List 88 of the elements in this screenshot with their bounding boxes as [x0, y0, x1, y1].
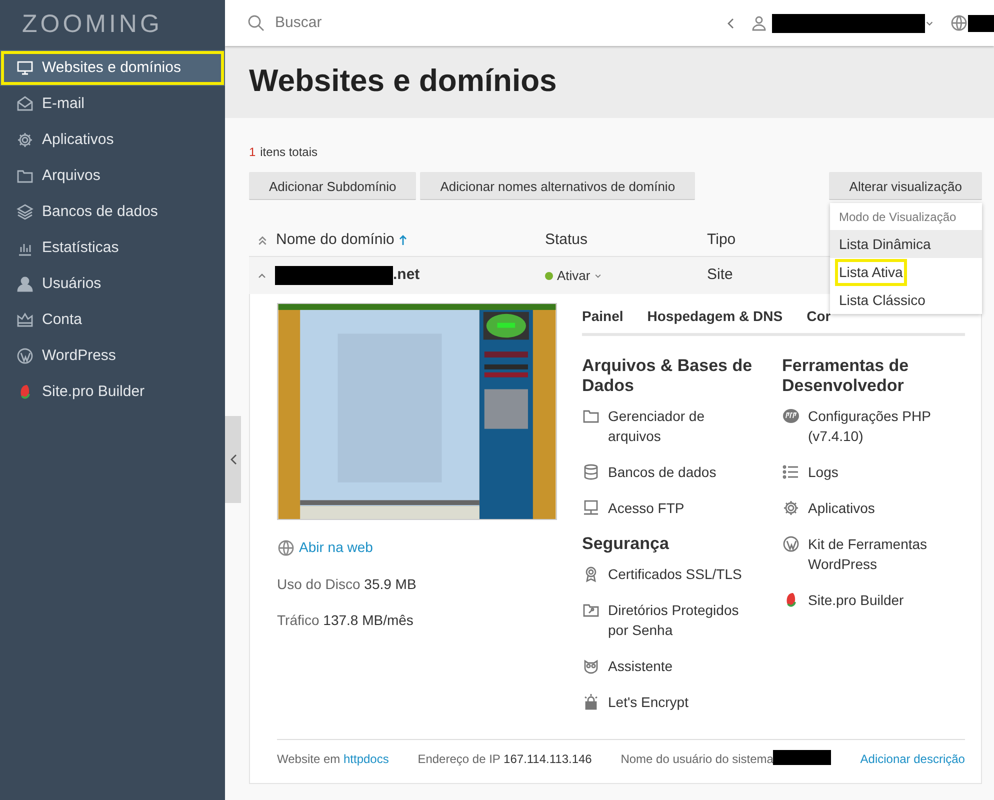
redaction-bar	[968, 14, 994, 32]
menu-item-label: Lista Dinâmica	[838, 234, 932, 254]
redaction-bar	[773, 750, 832, 765]
stat-label: Uso do Disco	[277, 576, 360, 592]
status-dropdown[interactable]: Ativar	[557, 266, 590, 286]
gear-icon	[782, 499, 800, 517]
toolbar-button[interactable]: Adicionar Subdomínio	[249, 172, 416, 200]
sidebar-item[interactable]: Websites e domínios	[0, 50, 225, 86]
tool-link[interactable]: Acesso FTP	[608, 498, 758, 518]
tool-link[interactable]: Gerenciador de arquivos	[608, 406, 758, 446]
docroot-link[interactable]: httpdocs	[343, 752, 389, 766]
globe-icon	[277, 538, 295, 556]
menu-item-label: Lista Ativa	[835, 258, 907, 286]
table-cell-text: Site	[707, 265, 733, 286]
column-header[interactable]: Nome do domínio	[276, 228, 408, 252]
page-title: Websites e domínios	[249, 62, 558, 100]
tool-link[interactable]: Kit de Ferramentas WordPress	[808, 534, 958, 574]
menu-header: Modo de Visualização	[838, 209, 958, 226]
sidebar-item[interactable]: Conta	[0, 302, 225, 338]
person-icon	[16, 275, 34, 293]
column-header[interactable]: Tipo	[707, 228, 736, 252]
wordpress-icon	[16, 347, 34, 365]
menu-item-label: Lista Clássico	[838, 290, 926, 310]
menu-item[interactable]: Lista Dinâmica	[830, 230, 982, 258]
collapse-all-icon[interactable]	[257, 234, 268, 246]
tool-link[interactable]: Configurações PHP (v7.4.10)	[808, 406, 958, 446]
tool-link[interactable]: Assistente	[608, 656, 758, 676]
toolbar-button[interactable]: Adicionar nomes alternativos de domínio	[420, 172, 696, 200]
section-heading: Segurança	[582, 534, 670, 554]
search-field[interactable]: Buscar	[273, 10, 473, 36]
search-icon	[247, 14, 265, 32]
open-in-web-link[interactable]: Abir na web	[299, 537, 373, 558]
sidebar-item[interactable]: Bancos de dados	[0, 194, 225, 230]
menu-item[interactable]: Lista Clássico	[830, 286, 982, 314]
item-count: 1	[249, 145, 256, 159]
sidebar-item[interactable]: Arquivos	[0, 158, 225, 194]
layers-icon	[16, 203, 34, 221]
sidebar-item[interactable]: E-mail	[0, 86, 225, 122]
tool-link[interactable]: Bancos de dados	[608, 462, 758, 482]
tool-link[interactable]: Logs	[808, 462, 958, 482]
globe-icon	[950, 14, 968, 32]
collapse-sidebar-handle[interactable]	[225, 416, 241, 503]
padlock-icon	[582, 693, 600, 711]
footer-label: Nome do usuário do sistema	[620, 751, 774, 768]
tool-link[interactable]: Certificados SSL/TLS	[608, 564, 758, 584]
tool-link[interactable]: Diretórios Protegidos por Senha	[608, 600, 758, 640]
section-heading: Ferramentas de Desenvolvedor	[782, 356, 910, 396]
mail-icon	[16, 95, 34, 113]
crown-icon	[16, 311, 34, 329]
database-icon	[582, 463, 600, 481]
gear-icon	[16, 131, 34, 149]
stat-label: Tráfico	[277, 612, 320, 628]
ip-address: 167.114.113.146	[504, 752, 592, 766]
owl-icon	[582, 657, 600, 675]
tool-link[interactable]: Let's Encrypt	[608, 692, 758, 712]
column-header[interactable]: Status	[545, 228, 588, 252]
tab[interactable]: Cor	[806, 303, 831, 333]
sidebar-item[interactable]: Estatísticas	[0, 230, 225, 266]
sidebar-item[interactable]: Aplicativos	[0, 122, 225, 158]
ftp-icon	[582, 499, 600, 517]
sidebar-item[interactable]: Usuários	[0, 266, 225, 302]
user-icon	[750, 14, 768, 32]
sort-arrow-icon	[398, 234, 408, 246]
section-heading: Arquivos & Bases de Dados	[582, 356, 754, 396]
logo: ZOOMING	[22, 9, 162, 40]
change-view-button[interactable]: Alterar visualização	[829, 172, 982, 200]
item-count-label: itens totais	[260, 145, 318, 159]
monitor-icon	[16, 59, 34, 77]
menu-item[interactable]: Lista Ativa	[830, 258, 982, 286]
footer-label: Website em	[277, 752, 340, 766]
tool-link[interactable]: Site.pro Builder	[808, 590, 958, 610]
stat-value: 35.9 MB	[364, 576, 416, 592]
footer-label: Endereço de IP	[418, 752, 500, 766]
stat-value: 137.8 MB/mês	[323, 612, 414, 628]
sidebar-item[interactable]: WordPress	[0, 338, 225, 374]
chevron-left-icon	[230, 454, 236, 465]
sidebar-item[interactable]: Site.pro Builder	[0, 374, 225, 410]
add-description-link[interactable]: Adicionar descrição	[860, 750, 965, 771]
list-icon	[782, 463, 800, 481]
wordpress-icon	[782, 535, 800, 553]
caret-icon	[594, 272, 602, 280]
php-icon	[782, 407, 800, 425]
domain-name[interactable]: .net	[393, 264, 420, 287]
tab[interactable]: Painel	[582, 303, 624, 333]
tab[interactable]: Hospedagem & DNS	[647, 303, 783, 333]
chevron-left-icon[interactable]	[727, 18, 734, 28]
tool-link[interactable]: Aplicativos	[808, 498, 958, 518]
status-dot	[545, 272, 553, 280]
